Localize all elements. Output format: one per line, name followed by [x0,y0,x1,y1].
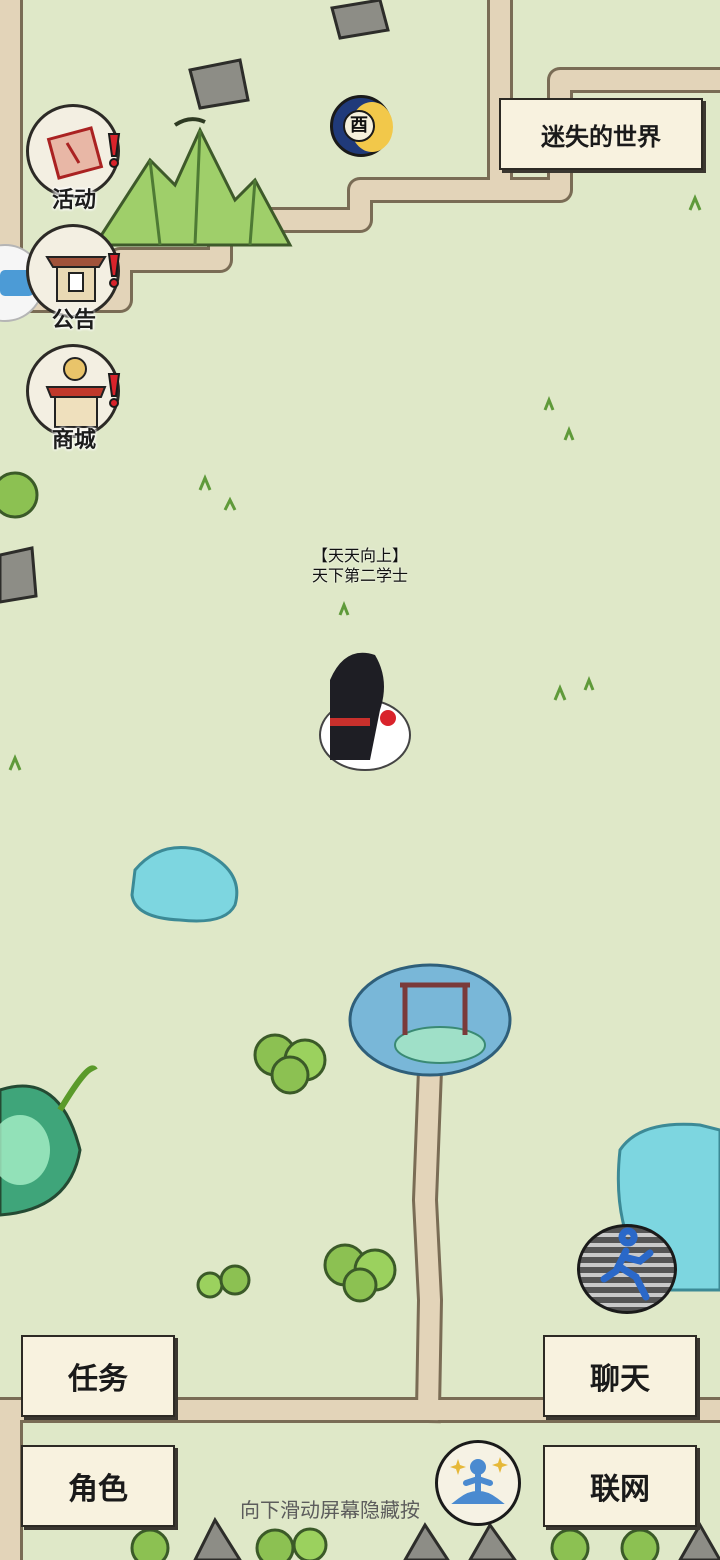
alert-icon [107,133,121,168]
role-button[interactable]: 角色 [21,1445,175,1527]
time-glyph: 酉 [343,110,375,142]
mountain-icon [92,117,293,247]
player-name: 天下第二学士 [311,566,408,585]
shrine-grove-icon [348,963,512,1077]
side-button-label: 活动 [51,188,96,213]
side-button-label: 商城 [51,428,96,453]
hide-buttons-hint: 向下滑动屏幕隐藏按 [240,1498,420,1522]
chat-button[interactable]: 聊天 [543,1335,697,1417]
side-button-notice[interactable]: 公告 [24,224,124,334]
portal-icon [0,1065,98,1217]
player-nameplate: 【天天向上】 天下第二学士 [285,546,435,586]
alert-icon [107,373,121,408]
side-button-label: 公告 [51,308,96,333]
side-button-activity[interactable]: 活动 [24,104,124,214]
side-button-shop[interactable]: 商城 [24,344,124,454]
network-button[interactable]: 联网 [543,1445,697,1527]
task-button[interactable]: 任务 [21,1335,175,1417]
sprint-icon[interactable] [577,1224,677,1314]
player-title: 【天天向上】 [311,546,408,565]
player-character[interactable] [319,652,411,771]
time-moon-icon[interactable]: 酉 [330,95,393,157]
alert-icon [107,253,121,288]
location-title: 迷失的世界 [499,98,703,170]
